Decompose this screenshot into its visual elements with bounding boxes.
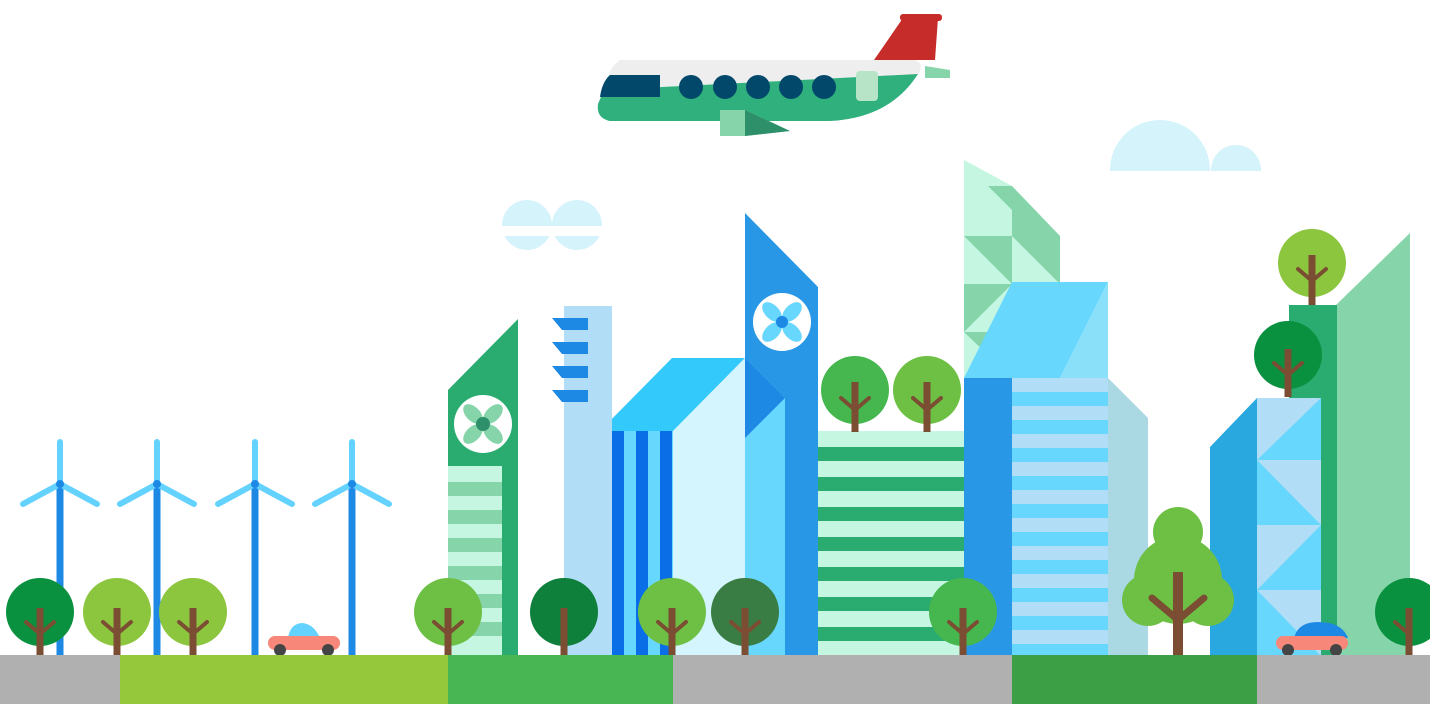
tree-icon (1278, 229, 1346, 305)
tree-icon (821, 356, 889, 432)
tree-icon (6, 578, 74, 656)
airplane-tail (874, 18, 938, 60)
airplane-window (679, 75, 703, 99)
tree-icon (893, 356, 961, 432)
airplane-window (746, 75, 770, 99)
cloud-left (502, 200, 602, 250)
ground (0, 655, 1430, 704)
wind-turbine-icon (312, 439, 392, 656)
airplane (597, 14, 950, 136)
airplane-door (856, 71, 878, 101)
car-pink (268, 623, 340, 656)
airplane-cockpit (600, 75, 660, 97)
tree-icon (83, 578, 151, 656)
airplane-stabilizer (925, 66, 950, 78)
cloud-left-base (495, 226, 610, 236)
cloud-right-base (1100, 171, 1270, 226)
airplane-window (812, 75, 836, 99)
wind-turbine-icon (215, 439, 295, 656)
city-illustration (0, 14, 1430, 704)
airplane-window (713, 75, 737, 99)
airplane-window (779, 75, 803, 99)
airplane-tail-cap (900, 14, 942, 21)
tree-icon (159, 578, 227, 656)
